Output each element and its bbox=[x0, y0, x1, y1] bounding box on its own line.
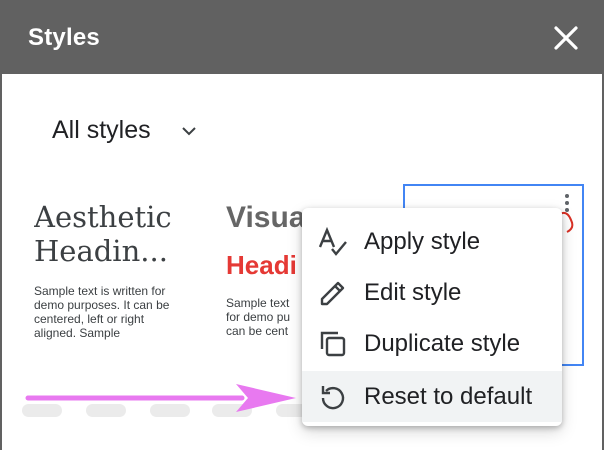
style-filter-dropdown[interactable]: All styles bbox=[52, 113, 197, 147]
annotation-arrow-icon bbox=[25, 384, 296, 412]
pencil-icon bbox=[318, 278, 348, 308]
menu-item-reset-to-default[interactable]: Reset to default bbox=[302, 371, 562, 422]
menu-item-edit-style[interactable]: Edit style bbox=[302, 267, 562, 318]
more-options-icon[interactable] bbox=[563, 194, 571, 216]
copy-icon bbox=[318, 329, 348, 359]
text-check-icon bbox=[318, 226, 348, 257]
style-context-menu: Apply style Edit style Duplicate style R… bbox=[302, 208, 562, 426]
menu-item-label: Apply style bbox=[364, 227, 481, 255]
menu-item-label: Duplicate style bbox=[364, 329, 521, 357]
filter-selected-value: All styles bbox=[52, 115, 151, 144]
style-card-sample-text: Sample text is written for demo purposes… bbox=[34, 284, 170, 340]
style-card-heading: Aesthetic Headin... bbox=[34, 200, 172, 268]
close-icon bbox=[554, 26, 578, 50]
chevron-down-icon bbox=[181, 127, 196, 136]
menu-item-label: Edit style bbox=[364, 278, 462, 306]
dialog-title: Styles bbox=[28, 24, 100, 51]
menu-item-apply-style[interactable]: Apply style bbox=[302, 216, 562, 267]
menu-item-label: Reset to default bbox=[364, 382, 533, 410]
menu-item-duplicate-style[interactable]: Duplicate style bbox=[302, 318, 562, 369]
dialog-titlebar: Styles bbox=[0, 0, 604, 74]
close-button[interactable] bbox=[548, 20, 584, 56]
style-card-aesthetic[interactable]: Aesthetic Headin... Sample text is writt… bbox=[34, 200, 194, 360]
reset-icon bbox=[318, 382, 348, 412]
